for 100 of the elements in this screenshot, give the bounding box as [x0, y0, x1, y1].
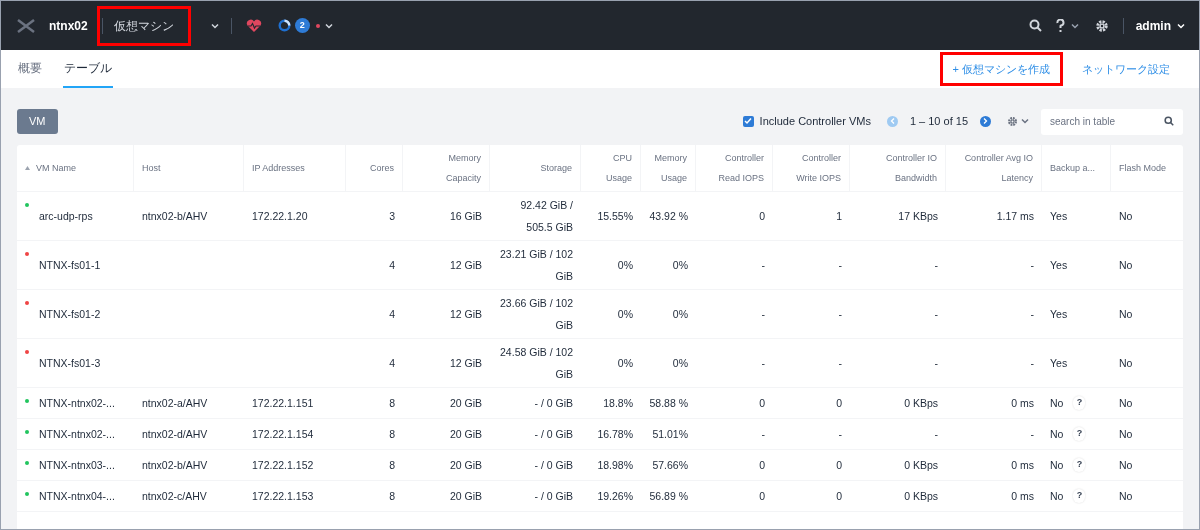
section-menu[interactable]: 仮想マシン — [96, 5, 191, 46]
column-header[interactable]: Controller IO Bandwidth — [858, 148, 937, 188]
chevron-down-icon — [210, 22, 219, 29]
table-cell-text: 17 KBps — [898, 209, 938, 224]
table-cell-text: - — [934, 356, 938, 371]
vm-name-link[interactable]: NTNX-ntnx03-... — [39, 454, 115, 476]
table-cell-text: No — [1119, 427, 1133, 442]
heart-pulse-icon[interactable] — [245, 18, 262, 33]
table-cell-text: No — [1050, 458, 1064, 473]
chevron-down-icon — [324, 22, 333, 29]
help-badge[interactable]: ? — [1073, 427, 1086, 441]
help-badge[interactable]: ? — [1073, 396, 1086, 410]
table-cell-text: 57.66% — [652, 458, 688, 473]
help-badge[interactable]: ? — [1073, 458, 1086, 472]
help-badge[interactable]: ? — [1073, 489, 1086, 503]
vm-name-link[interactable]: NTNX-ntnx02-... — [39, 423, 115, 445]
table-cell-text: 18.98% — [597, 458, 633, 473]
table-cell-text: 172.22.1.20 — [252, 209, 308, 224]
task-count-badge[interactable]: 2 — [294, 18, 310, 33]
table-cell-text: 23.21 GiB / 102 GiB — [499, 247, 573, 284]
table-cell-text: - — [1030, 427, 1034, 442]
view-tab[interactable]: 概要 — [17, 50, 43, 88]
table-cell-text: - — [934, 307, 938, 322]
help-icon[interactable] — [1055, 18, 1065, 33]
chevron-down-icon — [1070, 22, 1079, 29]
search-icon[interactable] — [1028, 19, 1042, 32]
table-cell-text: 0 — [759, 458, 765, 473]
table-cell-text: No — [1119, 489, 1133, 504]
progress-ring-icon[interactable] — [277, 19, 291, 32]
next-page-icon[interactable] — [980, 115, 991, 127]
table-cell-text: 0 — [836, 458, 842, 473]
table-cell-text: - — [761, 356, 765, 371]
table-cell-text: 0 — [759, 209, 765, 224]
vm-name-link[interactable]: NTNX-fs01-3 — [39, 352, 101, 374]
action-link[interactable]: ネットワーク設定 — [1069, 51, 1183, 87]
table-cell-text: Yes — [1050, 307, 1068, 322]
table-cell-text: 0% — [617, 356, 633, 371]
table-cell-text: 1.17 ms — [996, 209, 1034, 224]
column-header[interactable]: Memory Usage — [649, 148, 687, 188]
column-header[interactable]: Memory Capacity — [411, 148, 481, 188]
table-cell-text: 0% — [617, 307, 633, 322]
table-cell-text: Yes — [1050, 258, 1068, 273]
column-header[interactable]: Cores — [370, 158, 394, 178]
vm-name-link[interactable]: NTNX-fs01-1 — [39, 254, 101, 276]
table-cell-text: No — [1119, 209, 1133, 224]
table-cell-text: - — [934, 258, 938, 273]
table-cell-text: No — [1050, 427, 1064, 442]
chevron-down-icon — [1021, 118, 1029, 124]
table-cell-text: 8 — [389, 458, 395, 473]
vm-name-link[interactable]: arc-udp-rps — [39, 205, 93, 227]
table-cell-text: 12 GiB — [449, 356, 482, 371]
column-header[interactable]: Backup a... — [1050, 158, 1096, 178]
table-cell-text: - — [838, 356, 842, 371]
vm-name-link[interactable]: NTNX-fs01-2 — [39, 303, 101, 325]
table-cell-text: - / 0 GiB — [534, 489, 573, 504]
table-cell-text: 58.88 % — [649, 396, 688, 411]
column-header[interactable]: VM Name — [36, 158, 76, 178]
table-cell-text: 20 GiB — [449, 427, 482, 442]
table-cell-text: Yes — [1050, 209, 1068, 224]
table-cell-text: 0 KBps — [904, 396, 938, 411]
view-tab[interactable]: テーブル — [63, 50, 113, 88]
table-cell-text: 15.55% — [597, 209, 633, 224]
table-cell-text: ntnx02-b/AHV — [142, 209, 208, 224]
column-header[interactable]: IP Addresses — [252, 158, 305, 178]
column-header[interactable]: Controller Write IOPS — [781, 148, 841, 188]
table-cell-text: No — [1050, 489, 1064, 504]
search-field[interactable]: search in table — [1041, 108, 1183, 135]
column-header[interactable]: Controller Avg IO Latency — [954, 148, 1033, 188]
table-cell-text: ntnx02-a/AHV — [142, 396, 208, 411]
table-cell-text: 43.92 % — [649, 209, 688, 224]
column-header[interactable]: Host — [142, 158, 161, 178]
table-cell-text: ntnx02-b/AHV — [142, 458, 208, 473]
column-header[interactable]: Controller Read IOPS — [704, 148, 764, 188]
table-cell-text: 23.66 GiB / 102 GiB — [499, 296, 573, 333]
action-link[interactable]: + 仮想マシンを作成 — [939, 51, 1063, 87]
x-logo-icon[interactable] — [17, 18, 35, 33]
table-cell-text: 0 — [836, 396, 842, 411]
table-cell-text: 4 — [389, 356, 395, 371]
checkbox[interactable] — [742, 115, 754, 127]
column-header[interactable]: CPU Usage — [589, 148, 632, 188]
table-cell-text: - / 0 GiB — [534, 458, 573, 473]
user-menu[interactable]: admin — [1135, 16, 1185, 35]
table-cell-text: - — [761, 427, 765, 442]
table-cell-text: - — [1030, 258, 1034, 273]
vm-name-link[interactable]: NTNX-ntnx04-... — [39, 485, 115, 507]
vm-name-link[interactable]: NTNX-ntnx02-... — [39, 392, 115, 414]
table-cell-text: 8 — [389, 396, 395, 411]
table-cell-text: 3 — [389, 209, 395, 224]
table-cell-text: 172.22.1.153 — [252, 489, 314, 504]
sort-ascending-icon[interactable] — [25, 166, 30, 170]
table-cell-text: 0 ms — [1011, 489, 1034, 504]
column-header[interactable]: Storage — [540, 158, 572, 178]
table-cell-text: No — [1119, 396, 1133, 411]
vm-view-button[interactable]: VM — [17, 108, 58, 134]
table-cell-text: 56.89 % — [649, 489, 688, 504]
table-cell-text: 0 KBps — [904, 458, 938, 473]
table-cell-text: 172.22.1.154 — [252, 427, 314, 442]
table-cell-text: - — [761, 258, 765, 273]
column-header[interactable]: Flash Mode — [1119, 158, 1167, 178]
table-cell-text: No — [1119, 458, 1133, 473]
